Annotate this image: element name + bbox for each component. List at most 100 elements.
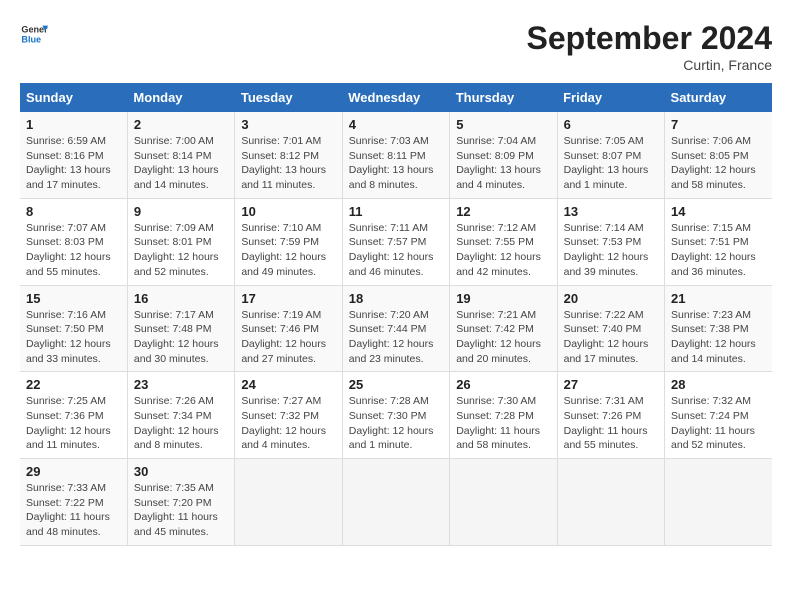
day-info: Sunrise: 7:22 AM Sunset: 7:40 PM Dayligh… [564,308,658,367]
day-number: 23 [134,377,228,392]
calendar-cell: 18 Sunrise: 7:20 AM Sunset: 7:44 PM Dayl… [342,285,449,372]
calendar-cell: 4 Sunrise: 7:03 AM Sunset: 8:11 PM Dayli… [342,112,449,198]
day-number: 17 [241,291,335,306]
days-header-row: SundayMondayTuesdayWednesdayThursdayFrid… [20,83,772,112]
logo-icon: General Blue [20,20,48,48]
column-header-monday: Monday [127,83,234,112]
day-number: 7 [671,117,766,132]
day-number: 4 [349,117,443,132]
week-row-2: 8 Sunrise: 7:07 AM Sunset: 8:03 PM Dayli… [20,198,772,285]
calendar-cell: 12 Sunrise: 7:12 AM Sunset: 7:55 PM Dayl… [450,198,557,285]
day-number: 24 [241,377,335,392]
day-info: Sunrise: 7:30 AM Sunset: 7:28 PM Dayligh… [456,394,550,453]
day-info: Sunrise: 7:10 AM Sunset: 7:59 PM Dayligh… [241,221,335,280]
calendar-table: SundayMondayTuesdayWednesdayThursdayFrid… [20,83,772,546]
day-number: 30 [134,464,228,479]
column-header-thursday: Thursday [450,83,557,112]
day-info: Sunrise: 7:00 AM Sunset: 8:14 PM Dayligh… [134,134,228,193]
day-info: Sunrise: 7:28 AM Sunset: 7:30 PM Dayligh… [349,394,443,453]
column-header-wednesday: Wednesday [342,83,449,112]
day-info: Sunrise: 7:32 AM Sunset: 7:24 PM Dayligh… [671,394,766,453]
day-number: 13 [564,204,658,219]
column-header-saturday: Saturday [665,83,772,112]
week-row-5: 29 Sunrise: 7:33 AM Sunset: 7:22 PM Dayl… [20,459,772,546]
day-number: 19 [456,291,550,306]
calendar-cell: 23 Sunrise: 7:26 AM Sunset: 7:34 PM Dayl… [127,372,234,459]
day-info: Sunrise: 7:31 AM Sunset: 7:26 PM Dayligh… [564,394,658,453]
calendar-cell: 13 Sunrise: 7:14 AM Sunset: 7:53 PM Dayl… [557,198,664,285]
day-info: Sunrise: 7:21 AM Sunset: 7:42 PM Dayligh… [456,308,550,367]
day-number: 15 [26,291,121,306]
week-row-3: 15 Sunrise: 7:16 AM Sunset: 7:50 PM Dayl… [20,285,772,372]
day-info: Sunrise: 7:05 AM Sunset: 8:07 PM Dayligh… [564,134,658,193]
calendar-cell: 8 Sunrise: 7:07 AM Sunset: 8:03 PM Dayli… [20,198,127,285]
day-number: 29 [26,464,121,479]
day-number: 14 [671,204,766,219]
calendar-cell: 30 Sunrise: 7:35 AM Sunset: 7:20 PM Dayl… [127,459,234,546]
calendar-cell: 16 Sunrise: 7:17 AM Sunset: 7:48 PM Dayl… [127,285,234,372]
day-info: Sunrise: 7:14 AM Sunset: 7:53 PM Dayligh… [564,221,658,280]
calendar-cell: 3 Sunrise: 7:01 AM Sunset: 8:12 PM Dayli… [235,112,342,198]
calendar-cell: 17 Sunrise: 7:19 AM Sunset: 7:46 PM Dayl… [235,285,342,372]
day-info: Sunrise: 7:07 AM Sunset: 8:03 PM Dayligh… [26,221,121,280]
calendar-cell [557,459,664,546]
calendar-cell: 10 Sunrise: 7:10 AM Sunset: 7:59 PM Dayl… [235,198,342,285]
calendar-cell: 19 Sunrise: 7:21 AM Sunset: 7:42 PM Dayl… [450,285,557,372]
calendar-cell: 11 Sunrise: 7:11 AM Sunset: 7:57 PM Dayl… [342,198,449,285]
day-info: Sunrise: 7:06 AM Sunset: 8:05 PM Dayligh… [671,134,766,193]
calendar-cell: 1 Sunrise: 6:59 AM Sunset: 8:16 PM Dayli… [20,112,127,198]
day-number: 27 [564,377,658,392]
svg-text:Blue: Blue [21,34,41,44]
calendar-cell: 20 Sunrise: 7:22 AM Sunset: 7:40 PM Dayl… [557,285,664,372]
day-number: 5 [456,117,550,132]
calendar-cell: 29 Sunrise: 7:33 AM Sunset: 7:22 PM Dayl… [20,459,127,546]
day-info: Sunrise: 6:59 AM Sunset: 8:16 PM Dayligh… [26,134,121,193]
calendar-cell [665,459,772,546]
day-number: 16 [134,291,228,306]
day-info: Sunrise: 7:01 AM Sunset: 8:12 PM Dayligh… [241,134,335,193]
day-number: 28 [671,377,766,392]
day-info: Sunrise: 7:33 AM Sunset: 7:22 PM Dayligh… [26,481,121,540]
calendar-cell: 7 Sunrise: 7:06 AM Sunset: 8:05 PM Dayli… [665,112,772,198]
calendar-cell: 5 Sunrise: 7:04 AM Sunset: 8:09 PM Dayli… [450,112,557,198]
day-info: Sunrise: 7:09 AM Sunset: 8:01 PM Dayligh… [134,221,228,280]
day-number: 25 [349,377,443,392]
calendar-cell: 2 Sunrise: 7:00 AM Sunset: 8:14 PM Dayli… [127,112,234,198]
calendar-cell [342,459,449,546]
calendar-cell: 26 Sunrise: 7:30 AM Sunset: 7:28 PM Dayl… [450,372,557,459]
day-number: 3 [241,117,335,132]
day-number: 1 [26,117,121,132]
day-info: Sunrise: 7:19 AM Sunset: 7:46 PM Dayligh… [241,308,335,367]
day-number: 18 [349,291,443,306]
calendar-cell: 14 Sunrise: 7:15 AM Sunset: 7:51 PM Dayl… [665,198,772,285]
calendar-cell: 22 Sunrise: 7:25 AM Sunset: 7:36 PM Dayl… [20,372,127,459]
calendar-cell [235,459,342,546]
day-info: Sunrise: 7:25 AM Sunset: 7:36 PM Dayligh… [26,394,121,453]
location: Curtin, France [527,57,772,73]
calendar-cell: 28 Sunrise: 7:32 AM Sunset: 7:24 PM Dayl… [665,372,772,459]
day-info: Sunrise: 7:04 AM Sunset: 8:09 PM Dayligh… [456,134,550,193]
day-info: Sunrise: 7:23 AM Sunset: 7:38 PM Dayligh… [671,308,766,367]
day-info: Sunrise: 7:15 AM Sunset: 7:51 PM Dayligh… [671,221,766,280]
day-info: Sunrise: 7:35 AM Sunset: 7:20 PM Dayligh… [134,481,228,540]
day-info: Sunrise: 7:11 AM Sunset: 7:57 PM Dayligh… [349,221,443,280]
day-info: Sunrise: 7:26 AM Sunset: 7:34 PM Dayligh… [134,394,228,453]
day-number: 10 [241,204,335,219]
calendar-cell: 24 Sunrise: 7:27 AM Sunset: 7:32 PM Dayl… [235,372,342,459]
day-number: 26 [456,377,550,392]
day-number: 8 [26,204,121,219]
calendar-cell: 15 Sunrise: 7:16 AM Sunset: 7:50 PM Dayl… [20,285,127,372]
day-number: 20 [564,291,658,306]
column-header-sunday: Sunday [20,83,127,112]
day-number: 2 [134,117,228,132]
day-info: Sunrise: 7:12 AM Sunset: 7:55 PM Dayligh… [456,221,550,280]
day-number: 12 [456,204,550,219]
day-number: 9 [134,204,228,219]
page-header: General Blue September 2024 Curtin, Fran… [20,20,772,73]
column-header-friday: Friday [557,83,664,112]
day-info: Sunrise: 7:20 AM Sunset: 7:44 PM Dayligh… [349,308,443,367]
week-row-1: 1 Sunrise: 6:59 AM Sunset: 8:16 PM Dayli… [20,112,772,198]
day-number: 6 [564,117,658,132]
day-number: 11 [349,204,443,219]
day-info: Sunrise: 7:03 AM Sunset: 8:11 PM Dayligh… [349,134,443,193]
